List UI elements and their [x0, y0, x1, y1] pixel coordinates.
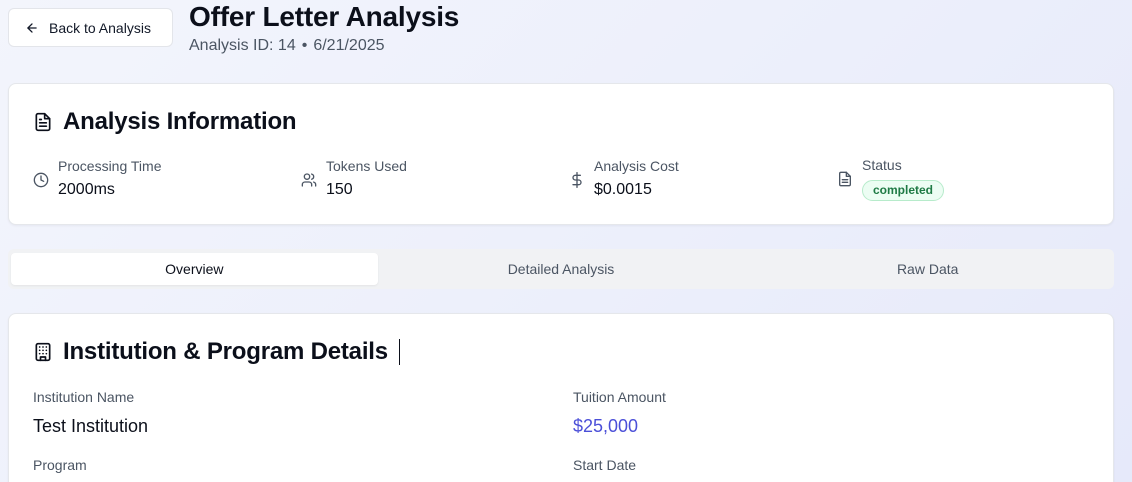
subtitle-separator: •: [301, 37, 308, 54]
field-institution-name: Institution Name Test Institution: [33, 389, 148, 437]
tab-detailed-analysis[interactable]: Detailed Analysis: [378, 253, 745, 285]
back-button-label: Back to Analysis: [49, 19, 151, 36]
clock-icon: [33, 172, 49, 188]
stat-label: Analysis Cost: [594, 158, 679, 174]
field-value: Test Institution: [33, 416, 149, 436]
field-label: Institution Name: [33, 389, 135, 405]
field-label: Program: [33, 457, 87, 473]
document-icon: [839, 171, 851, 187]
stat-value: $0.0015: [594, 181, 652, 198]
stat-value: 2000ms: [58, 181, 115, 198]
stat-analysis-cost: Analysis Cost $0.0015: [569, 158, 679, 199]
stat-label: Tokens Used: [326, 158, 407, 174]
stat-processing-time: Processing Time 2000ms: [33, 158, 161, 199]
field-tuition-amount: Tuition Amount $25,000: [573, 389, 666, 437]
stat-label: Status: [862, 157, 902, 173]
analysis-date: 6/21/2025: [313, 37, 385, 54]
card-title-text: Analysis Information: [63, 108, 297, 135]
document-icon: [35, 112, 51, 132]
field-label: Start Date: [573, 457, 637, 473]
institution-program-details-card: Institution & Program Details Institutio…: [8, 313, 1114, 482]
building-icon: [35, 342, 51, 362]
analysis-information-heading: Analysis Information: [33, 108, 297, 136]
stat-status: Status completed: [837, 157, 945, 201]
tab-overview[interactable]: Overview: [11, 253, 378, 285]
tab-raw-data[interactable]: Raw Data: [744, 253, 1111, 285]
field-value: $25,000: [573, 416, 639, 436]
stat-label: Processing Time: [58, 158, 162, 174]
page-subtitle: Analysis ID: 14 • 6/21/2025: [189, 37, 385, 55]
field-program: Program: [33, 457, 87, 482]
stat-tokens-used: Tokens Used 150: [301, 158, 407, 199]
institution-program-details-heading: Institution & Program Details: [33, 338, 400, 366]
back-to-analysis-button[interactable]: Back to Analysis: [8, 8, 173, 47]
analysis-id: Analysis ID: 14: [189, 37, 296, 54]
stat-value: 150: [326, 181, 353, 198]
page-title: Offer Letter Analysis: [189, 1, 460, 32]
analysis-information-card: Analysis Information Processing Time 200…: [8, 83, 1114, 225]
dollar-icon: [572, 172, 582, 188]
text-cursor: [398, 339, 400, 365]
arrow-left-icon: [27, 22, 37, 33]
tab-list: Overview Detailed Analysis Raw Data: [8, 249, 1114, 289]
card-title-text: Institution & Program Details: [63, 338, 388, 365]
field-label: Tuition Amount: [573, 389, 666, 405]
field-start-date: Start Date: [573, 457, 636, 482]
users-icon: [301, 173, 317, 187]
status-badge: completed: [862, 180, 945, 201]
